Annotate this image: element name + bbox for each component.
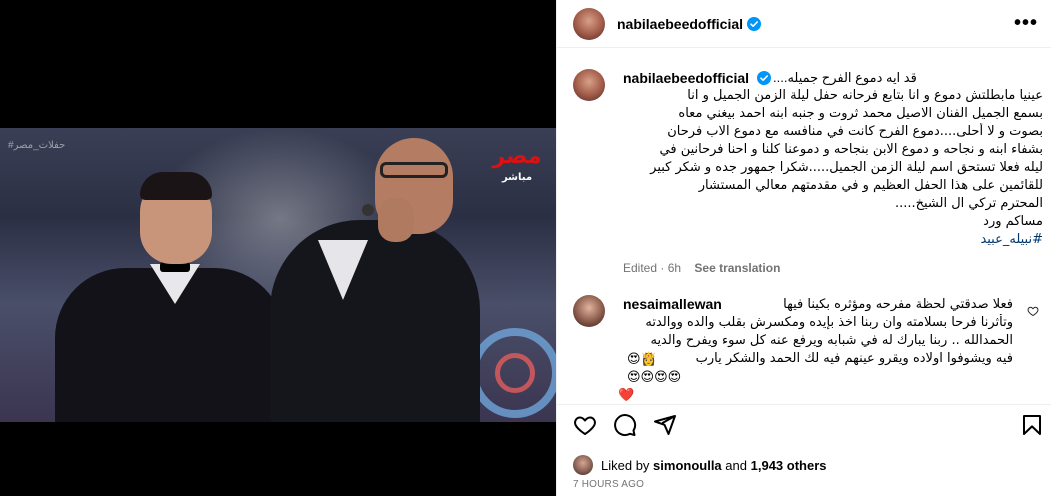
author-avatar[interactable]: [573, 7, 605, 40]
author-username[interactable]: nabilaebeedofficial: [617, 16, 743, 32]
caption-line: مساكم ورد: [983, 214, 1043, 229]
channel-logo: مصر مباشر: [492, 142, 542, 188]
post-sidebar: nabilaebeedofficial ••• nabilaebeedoffic…: [556, 0, 1051, 496]
comment-emoji-line: ❤️: [618, 387, 635, 402]
media-watermark: #حفلات_مصر: [8, 140, 66, 151]
channel-logo-text: مصر: [492, 144, 542, 169]
commenter-avatar[interactable]: [573, 295, 605, 327]
post-image[interactable]: #حفلات_مصر مصر مباشر: [0, 128, 556, 422]
microphone: [362, 204, 374, 216]
stage-decoration-small: [495, 353, 535, 393]
caption-hashtag[interactable]: #نبيله_عبيد: [623, 231, 1043, 249]
comment-body: nesaimallewan فعلا صدقتي لحظة مفرحه ومؤث…: [618, 295, 1013, 404]
caption-username[interactable]: nabilaebeedofficial: [623, 70, 749, 86]
caption-line: بسمع الجميل الفنان الاصيل محمد ثروت و جن…: [678, 106, 1043, 121]
comment-line: وتأثرنا فرحا بسلامته وان ربنا اخذ بإيده …: [645, 315, 1013, 330]
verified-badge-icon: [756, 71, 771, 85]
right-person-glasses: [380, 162, 448, 178]
likes-summary: Liked by simonoulla and 1,943 others: [573, 455, 827, 475]
caption-meta: Edited · 6h See translation: [623, 261, 1043, 275]
caption-line: للقائمين على هذا الحفل العظيم و في مقدمت…: [698, 178, 1043, 193]
liker-username[interactable]: simonoulla: [653, 458, 722, 473]
post-header: nabilaebeedofficial •••: [557, 0, 1051, 48]
comment-emoji-line: 😍😍😍😍: [627, 369, 682, 384]
commenter-username[interactable]: nesaimallewan: [623, 296, 722, 312]
comment-like-icon[interactable]: [1027, 305, 1039, 317]
caption-first-line: قد ايه دموع الفرح جميله....: [773, 70, 917, 85]
channel-live-text: مباشر: [501, 172, 533, 183]
comments-section[interactable]: nabilaebeedofficial قد ايه دموع الفرح جم…: [557, 49, 1051, 404]
left-person-hair: [140, 172, 212, 200]
comment-icon[interactable]: [613, 413, 637, 437]
caption-text: عينيا مابطلتش دموع و انا بتابع فرحانه حف…: [623, 87, 1043, 249]
likes-prefix: Liked by: [601, 457, 650, 473]
caption-line: ليله فعلا تستحق اسم ليلة الزمن الجميل...…: [650, 160, 1043, 175]
caption-line: بصوت و لا أحلى....دموع الفرح كانت في منا…: [667, 124, 1043, 139]
comment-line: الحمدالله .. ربنا يبارك له في شبابه ويرف…: [650, 333, 1013, 348]
see-translation-link[interactable]: See translation: [694, 261, 780, 275]
right-person-body: [270, 220, 480, 422]
caption-line: المحترم تركي ال الشيخ.....: [894, 196, 1043, 211]
post-actions: [557, 404, 1051, 446]
caption-author-avatar[interactable]: [573, 69, 605, 101]
verified-badge-icon: [747, 16, 762, 31]
right-person-hand: [378, 198, 414, 242]
more-options-icon[interactable]: •••: [1014, 13, 1038, 34]
share-icon[interactable]: [653, 413, 677, 437]
likes-middle: and: [725, 457, 747, 473]
likes-count[interactable]: 1,943 others: [751, 458, 827, 473]
post-timestamp[interactable]: 7 HOURS AGO: [573, 479, 644, 490]
bookmark-icon[interactable]: [1020, 413, 1044, 437]
caption-header: nabilaebeedofficial قد ايه دموع الفرح جم…: [623, 69, 1043, 87]
edited-timestamp: Edited · 6h: [623, 261, 682, 275]
caption-line: عينيا مابطلتش دموع و انا بتابع فرحانه حف…: [687, 88, 1043, 103]
liker-avatar[interactable]: [573, 455, 593, 475]
caption-body: nabilaebeedofficial قد ايه دموع الفرح جم…: [623, 69, 1043, 275]
caption-line: بشفاء ابنه و نجاحه و دموع الابن بنجاحه و…: [659, 142, 1043, 157]
post-media[interactable]: #حفلات_مصر مصر مباشر: [0, 0, 556, 496]
heart-icon[interactable]: [573, 413, 597, 437]
